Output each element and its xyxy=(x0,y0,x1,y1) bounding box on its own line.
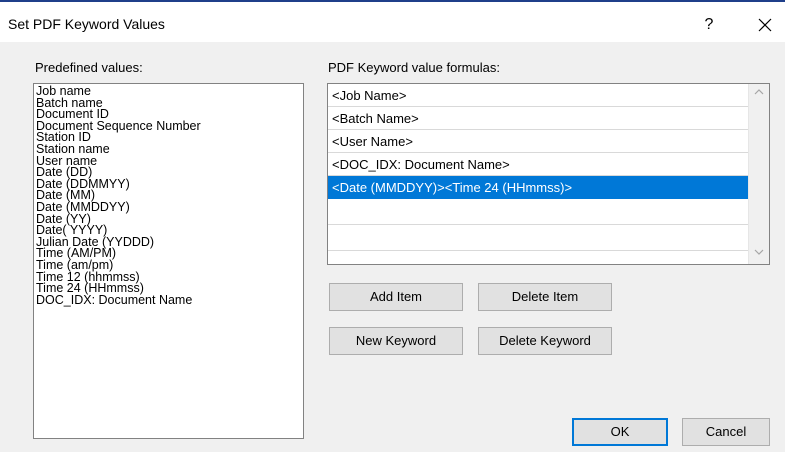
predefined-values-label: Predefined values: xyxy=(35,60,143,75)
close-icon xyxy=(758,18,772,32)
formula-row[interactable]: <DOC_IDX: Document Name> xyxy=(328,153,748,176)
chevron-down-icon[interactable] xyxy=(749,244,769,264)
formula-row[interactable]: <Batch Name> xyxy=(328,107,748,130)
window-title: Set PDF Keyword Values xyxy=(8,16,165,32)
add-item-button[interactable]: Add Item xyxy=(329,283,463,311)
predefined-values-list[interactable]: Job name Batch name Document ID Document Se… xyxy=(33,83,304,439)
formulas-scrollbar[interactable] xyxy=(748,84,769,264)
formula-row[interactable]: <User Name> xyxy=(328,130,748,153)
close-button[interactable] xyxy=(750,12,780,38)
title-accent-line xyxy=(0,0,785,2)
formula-row[interactable]: <Job Name> xyxy=(328,84,748,107)
delete-keyword-button[interactable]: Delete Keyword xyxy=(478,327,612,355)
keyword-formulas-list[interactable]: <Job Name> <Batch Name> <User Name> <DOC_ID… xyxy=(327,83,770,265)
list-item[interactable]: DOC_IDX: Document Name xyxy=(36,294,301,307)
title-bar: Set PDF Keyword Values ? xyxy=(0,4,785,42)
formulas-label: PDF Keyword value formulas: xyxy=(328,60,500,75)
formula-row-empty[interactable] xyxy=(328,199,748,225)
delete-item-button[interactable]: Delete Item xyxy=(478,283,612,311)
help-button[interactable]: ? xyxy=(694,13,724,37)
ok-button[interactable]: OK xyxy=(572,418,668,446)
formula-row[interactable]: <Date (MMDDYY)><Time 24 (HHmmss)> xyxy=(328,176,748,199)
cancel-button[interactable]: Cancel xyxy=(682,418,770,446)
chevron-up-icon[interactable] xyxy=(749,84,769,104)
formula-rows: <Job Name> <Batch Name> <User Name> <DOC_ID… xyxy=(328,84,748,251)
new-keyword-button[interactable]: New Keyword xyxy=(329,327,463,355)
formula-row-empty[interactable] xyxy=(328,225,748,251)
